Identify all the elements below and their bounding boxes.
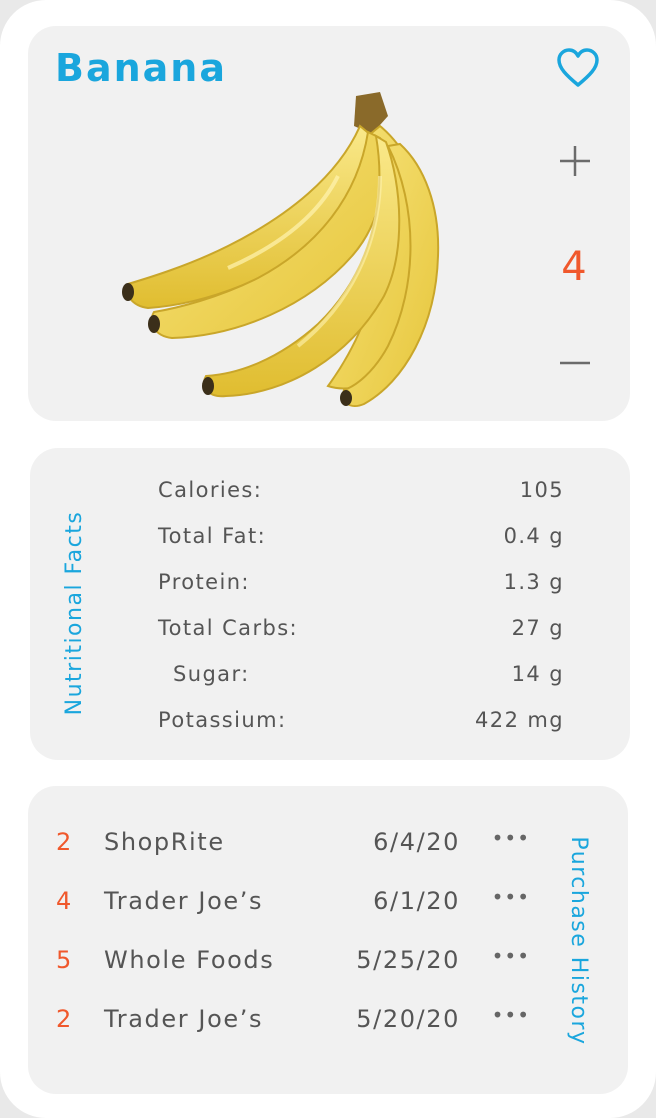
nutrition-row: Protein: 1.3 g bbox=[158, 570, 564, 616]
purchase-date: 5/25/20 bbox=[356, 946, 460, 974]
more-options-icon[interactable]: ••• bbox=[492, 1003, 530, 1027]
nutrition-label: Total Carbs: bbox=[158, 616, 299, 640]
nutrition-panel: Nutritional Facts Calories: 105 Total Fa… bbox=[30, 448, 630, 760]
purchase-store: Trader Joe’s bbox=[104, 887, 264, 915]
purchase-qty: 2 bbox=[56, 828, 73, 856]
nutrition-value: 27 g bbox=[511, 616, 564, 640]
nutrition-row: Total Fat: 0.4 g bbox=[158, 524, 564, 570]
plus-icon[interactable] bbox=[558, 144, 592, 178]
purchase-qty: 2 bbox=[56, 1005, 73, 1033]
nutrition-label: Sugar: bbox=[173, 662, 250, 686]
purchase-history-list: 2 ShopRite 6/4/20 ••• 4 Trader Joe’s 6/1… bbox=[56, 826, 529, 1064]
more-options-icon[interactable]: ••• bbox=[492, 885, 530, 909]
purchase-date: 5/20/20 bbox=[356, 1005, 460, 1033]
purchase-row: 4 Trader Joe’s 6/1/20 ••• bbox=[56, 885, 529, 946]
nutrition-label: Calories: bbox=[158, 478, 263, 502]
nutrition-label: Potassium: bbox=[158, 708, 287, 732]
product-card: Banana 4 Nutritional Facts Calories: 105… bbox=[0, 0, 656, 1118]
purchase-history-panel: 2 ShopRite 6/4/20 ••• 4 Trader Joe’s 6/1… bbox=[28, 786, 628, 1094]
nutrition-row: Potassium: 422 mg bbox=[158, 708, 564, 754]
purchase-store: Whole Foods bbox=[104, 946, 275, 974]
purchase-date: 6/4/20 bbox=[373, 828, 460, 856]
nutrition-row: Total Carbs: 27 g bbox=[158, 616, 564, 662]
minus-icon[interactable] bbox=[558, 346, 592, 380]
nutrition-value: 14 g bbox=[511, 662, 564, 686]
banana-image bbox=[122, 92, 440, 408]
nutrition-value: 0.4 g bbox=[503, 524, 564, 548]
nutrition-label: Total Fat: bbox=[158, 524, 267, 548]
nutrition-label: Protein: bbox=[158, 570, 250, 594]
purchase-date: 6/1/20 bbox=[373, 887, 460, 915]
purchase-qty: 4 bbox=[56, 887, 73, 915]
nutrition-row: Sugar: 14 g bbox=[158, 662, 564, 708]
more-options-icon[interactable]: ••• bbox=[492, 826, 530, 850]
nutrition-value: 422 mg bbox=[475, 708, 564, 732]
product-hero-panel: Banana 4 bbox=[28, 26, 630, 421]
nutrition-table: Calories: 105 Total Fat: 0.4 g Protein: … bbox=[158, 478, 564, 754]
quantity-value: 4 bbox=[561, 244, 587, 290]
nutrition-value: 105 bbox=[519, 478, 564, 502]
more-options-icon[interactable]: ••• bbox=[492, 944, 530, 968]
heart-icon[interactable] bbox=[556, 48, 600, 88]
purchase-store: Trader Joe’s bbox=[104, 1005, 264, 1033]
purchase-history-title: Purchase History bbox=[566, 836, 591, 1046]
purchase-row: 2 ShopRite 6/4/20 ••• bbox=[56, 826, 529, 887]
purchase-row: 2 Trader Joe’s 5/20/20 ••• bbox=[56, 1003, 529, 1064]
nutrition-row: Calories: 105 bbox=[158, 478, 564, 524]
nutrition-value: 1.3 g bbox=[503, 570, 564, 594]
purchase-store: ShopRite bbox=[104, 828, 225, 856]
nutrition-title: Nutritional Facts bbox=[62, 510, 87, 716]
purchase-qty: 5 bbox=[56, 946, 73, 974]
purchase-row: 5 Whole Foods 5/25/20 ••• bbox=[56, 944, 529, 1005]
